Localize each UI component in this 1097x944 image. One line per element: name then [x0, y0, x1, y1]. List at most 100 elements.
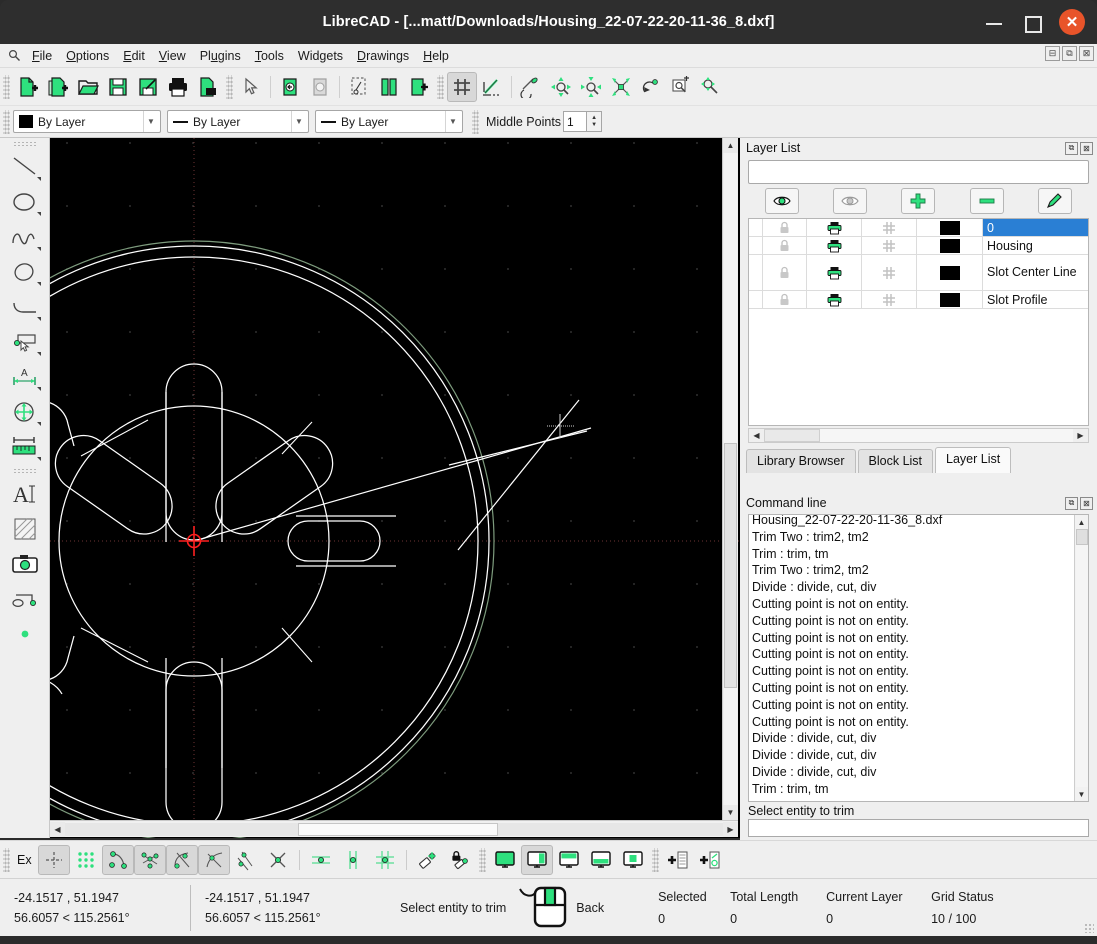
line-type-combo[interactable]: By Layer ▼ — [315, 110, 463, 133]
layer-table-hscrollbar[interactable]: ◀ ▶ — [748, 428, 1089, 443]
layer-filter-input[interactable] — [748, 160, 1089, 184]
command-output-scrollbar[interactable]: ▲ ▼ — [1074, 515, 1088, 801]
paste-icon[interactable] — [404, 72, 434, 102]
layer-color-cell[interactable] — [917, 237, 983, 254]
entity-toolbar-grip[interactable] — [651, 847, 659, 872]
lock-relative-zero-icon[interactable] — [444, 845, 476, 875]
snap-intersection-icon[interactable] — [262, 845, 294, 875]
vscroll-thumb[interactable] — [724, 443, 737, 688]
polyline-tool-icon[interactable] — [6, 582, 44, 616]
layer-hscroll-thumb[interactable] — [764, 429, 820, 442]
open-file-icon[interactable] — [73, 72, 103, 102]
save-icon[interactable] — [103, 72, 133, 102]
middle-points-stepper[interactable]: ▲ ▼ — [587, 111, 603, 132]
restrict-orthogonal-icon[interactable] — [369, 845, 401, 875]
restrict-vertical-icon[interactable] — [337, 845, 369, 875]
table-row[interactable]: Slot Center Line — [749, 255, 1088, 291]
left-toolbar-grip[interactable] — [12, 141, 37, 148]
toolbar-grip-2[interactable] — [226, 74, 233, 99]
layer-color-cell[interactable] — [917, 291, 983, 308]
zoom-out-icon[interactable] — [576, 72, 606, 102]
resize-grip[interactable] — [1084, 923, 1094, 933]
command-scroll-down-icon[interactable]: ▼ — [1075, 787, 1088, 801]
hide-all-layers-button[interactable] — [833, 188, 868, 214]
undo-icon[interactable] — [275, 72, 305, 102]
menu-file[interactable]: FFileile — [25, 47, 59, 65]
fullscreen-view-icon[interactable] — [489, 845, 521, 875]
mdi-maximize-button[interactable]: ⧉ — [1062, 46, 1077, 61]
text-tool-icon[interactable]: A — [6, 477, 44, 511]
new-from-template-icon[interactable] — [43, 72, 73, 102]
scroll-right-arrow-icon[interactable]: ▶ — [723, 821, 738, 837]
snap-middle-icon[interactable] — [197, 844, 230, 875]
zoom-redraw-icon[interactable] — [636, 72, 666, 102]
copy-icon[interactable] — [374, 72, 404, 102]
command-scroll-thumb[interactable] — [1075, 529, 1088, 545]
layer-name[interactable]: Slot Profile — [983, 291, 1088, 308]
select-pointer-icon[interactable] — [236, 72, 266, 102]
chevron-down-icon[interactable]: ▼ — [445, 111, 460, 132]
layer-construction-toggle[interactable] — [862, 291, 917, 308]
command-input[interactable] — [748, 819, 1089, 837]
left-toolbar-grip-2[interactable] — [12, 468, 37, 475]
snap-free-icon[interactable] — [37, 844, 70, 875]
attr-toolbar-grip[interactable] — [3, 109, 10, 134]
print-icon[interactable] — [163, 72, 193, 102]
relative-zero-icon[interactable] — [412, 845, 444, 875]
layer-dock-float-button[interactable]: ⧉ — [1065, 141, 1078, 155]
layer-lock-toggle[interactable] — [763, 237, 807, 254]
attr-toolbar-grip-2[interactable] — [472, 109, 479, 134]
layer-name[interactable]: Housing — [983, 237, 1088, 254]
menu-drawings[interactable]: Drawings — [350, 47, 416, 65]
spline-tool-icon[interactable] — [6, 220, 44, 254]
ellipse-tool-icon[interactable] — [6, 255, 44, 289]
layer-print-toggle[interactable] — [807, 255, 862, 290]
bottom-view-icon[interactable] — [585, 845, 617, 875]
hscroll-track-right[interactable] — [498, 822, 723, 836]
table-row[interactable]: Slot Profile — [749, 291, 1088, 309]
layer-construction-toggle[interactable] — [862, 219, 917, 236]
tab-library-browser[interactable]: Library Browser — [746, 449, 856, 473]
zoom-window-icon[interactable] — [666, 72, 696, 102]
image-tool-icon[interactable] — [6, 547, 44, 581]
window-maximize-button[interactable] — [1021, 11, 1043, 33]
layer-name[interactable]: 0 — [983, 219, 1088, 236]
zoom-previous-icon[interactable] — [516, 72, 546, 102]
command-scroll-up-icon[interactable]: ▲ — [1075, 515, 1088, 529]
draft-mode-icon[interactable] — [477, 72, 507, 102]
arc-tool-icon[interactable] — [6, 290, 44, 324]
table-row[interactable]: Housing — [749, 237, 1088, 255]
tab-layer-list[interactable]: Layer List — [935, 447, 1012, 473]
scroll-left-arrow-icon[interactable]: ◀ — [50, 821, 65, 837]
layer-lock-toggle[interactable] — [763, 291, 807, 308]
zoom-in-icon[interactable] — [546, 72, 576, 102]
chevron-down-icon[interactable]: ▼ — [143, 111, 158, 132]
line-tool-icon[interactable] — [6, 150, 44, 184]
mdi-close-button[interactable]: ⊠ — [1079, 46, 1094, 61]
drawing-canvas[interactable] — [50, 138, 740, 838]
mdi-restore-button[interactable]: ⊟ — [1045, 46, 1060, 61]
remove-layer-button[interactable] — [969, 188, 1004, 214]
cut-icon[interactable] — [344, 72, 374, 102]
scroll-up-arrow-icon[interactable]: ▲ — [723, 138, 738, 153]
layer-construction-toggle[interactable] — [862, 237, 917, 254]
top-view-icon[interactable] — [553, 845, 585, 875]
redo-icon[interactable] — [305, 72, 335, 102]
menu-widgets[interactable]: Widgets — [291, 47, 350, 65]
menu-edit[interactable]: Edit — [116, 47, 152, 65]
chevron-down-icon[interactable]: ▼ — [291, 111, 306, 132]
modify-move-rotate-icon[interactable] — [6, 395, 44, 429]
snap-toolbar-grip[interactable] — [3, 847, 10, 872]
zoom-pan-icon[interactable] — [696, 72, 726, 102]
layer-dock-close-button[interactable]: ⊠ — [1080, 141, 1093, 155]
show-all-layers-button[interactable] — [765, 188, 800, 214]
menu-help[interactable]: Help — [416, 47, 456, 65]
menu-plugins[interactable]: Plugins — [193, 47, 248, 65]
layer-table[interactable]: 0 Housing Slot Center Line Slot Profile — [748, 218, 1089, 426]
command-scroll-track[interactable] — [1075, 545, 1088, 787]
layer-name[interactable]: Slot Center Line — [983, 255, 1088, 290]
hscroll-track-left[interactable] — [65, 822, 298, 836]
menu-view[interactable]: View — [152, 47, 193, 65]
vscroll-track-top[interactable] — [724, 153, 737, 443]
toolbar-grip-3[interactable] — [437, 74, 444, 99]
